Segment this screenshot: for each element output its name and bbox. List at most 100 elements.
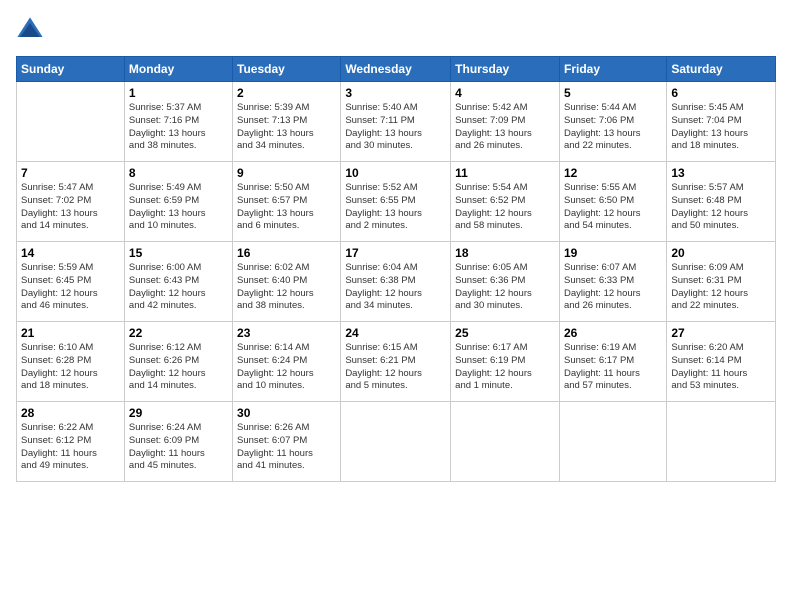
calendar-cell: 5 Sunrise: 5:44 AM Sunset: 7:06 PM Daylig… xyxy=(559,82,666,162)
day-number: 9 xyxy=(237,166,336,180)
day-info: Sunrise: 6:10 AM Sunset: 6:28 PM Dayligh… xyxy=(21,342,120,393)
calendar-cell: 27 Sunrise: 6:20 AM Sunset: 6:14 PM Dayli… xyxy=(667,322,776,402)
calendar-cell: 8 Sunrise: 5:49 AM Sunset: 6:59 PM Daylig… xyxy=(124,162,232,242)
header xyxy=(16,16,776,44)
calendar-cell: 17Sunrise: 6:04 AM Sunset: 6:38 PM Dayli… xyxy=(341,242,451,322)
calendar-cell: 29 Sunrise: 6:24 AM Sunset: 6:09 PM Dayli… xyxy=(124,402,232,482)
calendar-cell: 6 Sunrise: 5:45 AM Sunset: 7:04 PM Daylig… xyxy=(667,82,776,162)
calendar-cell xyxy=(559,402,666,482)
calendar-cell: 24 Sunrise: 6:15 AM Sunset: 6:21 PM Dayli… xyxy=(341,322,451,402)
calendar-cell: 14 Sunrise: 5:59 AM Sunset: 6:45 PM Dayli… xyxy=(17,242,125,322)
day-number: 26 xyxy=(564,326,662,340)
day-number: 12 xyxy=(564,166,662,180)
day-info: Sunrise: 6:24 AM Sunset: 6:09 PM Dayligh… xyxy=(129,422,228,473)
day-number: 21 xyxy=(21,326,120,340)
week-row-4: 28Sunrise: 6:22 AM Sunset: 6:12 PM Dayli… xyxy=(17,402,776,482)
day-info: Sunrise: 5:52 AM Sunset: 6:55 PM Dayligh… xyxy=(345,182,446,233)
day-info: Sunrise: 6:04 AM Sunset: 6:38 PM Dayligh… xyxy=(345,262,446,313)
calendar-cell: 3 Sunrise: 5:40 AM Sunset: 7:11 PM Daylig… xyxy=(341,82,451,162)
day-number: 25 xyxy=(455,326,555,340)
weekday-saturday: Saturday xyxy=(667,57,776,82)
day-info: Sunrise: 5:47 AM Sunset: 7:02 PM Dayligh… xyxy=(21,182,120,233)
calendar-cell: 12 Sunrise: 5:55 AM Sunset: 6:50 PM Dayli… xyxy=(559,162,666,242)
logo xyxy=(16,16,48,44)
day-info: Sunrise: 6:14 AM Sunset: 6:24 PM Dayligh… xyxy=(237,342,336,393)
day-info: Sunrise: 5:49 AM Sunset: 6:59 PM Dayligh… xyxy=(129,182,228,233)
day-info: Sunrise: 5:44 AM Sunset: 7:06 PM Dayligh… xyxy=(564,102,662,153)
day-number: 5 xyxy=(564,86,662,100)
calendar-cell: 13Sunrise: 5:57 AM Sunset: 6:48 PM Dayli… xyxy=(667,162,776,242)
day-number: 18 xyxy=(455,246,555,260)
calendar-cell: 23Sunrise: 6:14 AM Sunset: 6:24 PM Dayli… xyxy=(233,322,341,402)
day-number: 8 xyxy=(129,166,228,180)
day-info: Sunrise: 5:50 AM Sunset: 6:57 PM Dayligh… xyxy=(237,182,336,233)
week-row-0: 1Sunrise: 5:37 AM Sunset: 7:16 PM Daylig… xyxy=(17,82,776,162)
calendar-cell xyxy=(341,402,451,482)
day-number: 20 xyxy=(671,246,771,260)
weekday-monday: Monday xyxy=(124,57,232,82)
day-number: 3 xyxy=(345,86,446,100)
day-info: Sunrise: 6:09 AM Sunset: 6:31 PM Dayligh… xyxy=(671,262,771,313)
day-number: 6 xyxy=(671,86,771,100)
calendar-cell xyxy=(17,82,125,162)
week-row-1: 7 Sunrise: 5:47 AM Sunset: 7:02 PM Daylig… xyxy=(17,162,776,242)
day-info: Sunrise: 5:54 AM Sunset: 6:52 PM Dayligh… xyxy=(455,182,555,233)
day-info: Sunrise: 6:07 AM Sunset: 6:33 PM Dayligh… xyxy=(564,262,662,313)
day-number: 16 xyxy=(237,246,336,260)
day-number: 27 xyxy=(671,326,771,340)
calendar-cell: 7 Sunrise: 5:47 AM Sunset: 7:02 PM Daylig… xyxy=(17,162,125,242)
calendar-cell: 25 Sunrise: 6:17 AM Sunset: 6:19 PM Dayli… xyxy=(451,322,560,402)
day-number: 10 xyxy=(345,166,446,180)
week-row-2: 14 Sunrise: 5:59 AM Sunset: 6:45 PM Dayli… xyxy=(17,242,776,322)
calendar-cell: 1Sunrise: 5:37 AM Sunset: 7:16 PM Daylig… xyxy=(124,82,232,162)
weekday-sunday: Sunday xyxy=(17,57,125,82)
logo-icon xyxy=(16,16,44,44)
weekday-wednesday: Wednesday xyxy=(341,57,451,82)
day-info: Sunrise: 6:20 AM Sunset: 6:14 PM Dayligh… xyxy=(671,342,771,393)
calendar-cell: 28Sunrise: 6:22 AM Sunset: 6:12 PM Dayli… xyxy=(17,402,125,482)
day-number: 2 xyxy=(237,86,336,100)
day-number: 29 xyxy=(129,406,228,420)
weekday-thursday: Thursday xyxy=(451,57,560,82)
day-info: Sunrise: 6:00 AM Sunset: 6:43 PM Dayligh… xyxy=(129,262,228,313)
calendar-body: 1Sunrise: 5:37 AM Sunset: 7:16 PM Daylig… xyxy=(17,82,776,482)
calendar-cell: 16 Sunrise: 6:02 AM Sunset: 6:40 PM Dayli… xyxy=(233,242,341,322)
calendar-cell: 9 Sunrise: 5:50 AM Sunset: 6:57 PM Daylig… xyxy=(233,162,341,242)
day-number: 30 xyxy=(237,406,336,420)
calendar-cell: 30Sunrise: 6:26 AM Sunset: 6:07 PM Dayli… xyxy=(233,402,341,482)
day-number: 19 xyxy=(564,246,662,260)
day-info: Sunrise: 5:40 AM Sunset: 7:11 PM Dayligh… xyxy=(345,102,446,153)
weekday-tuesday: Tuesday xyxy=(233,57,341,82)
day-number: 13 xyxy=(671,166,771,180)
day-number: 28 xyxy=(21,406,120,420)
day-info: Sunrise: 5:45 AM Sunset: 7:04 PM Dayligh… xyxy=(671,102,771,153)
day-info: Sunrise: 5:59 AM Sunset: 6:45 PM Dayligh… xyxy=(21,262,120,313)
calendar-cell: 15 Sunrise: 6:00 AM Sunset: 6:43 PM Dayli… xyxy=(124,242,232,322)
day-info: Sunrise: 5:37 AM Sunset: 7:16 PM Dayligh… xyxy=(129,102,228,153)
calendar-cell: 22 Sunrise: 6:12 AM Sunset: 6:26 PM Dayli… xyxy=(124,322,232,402)
calendar-cell: 10 Sunrise: 5:52 AM Sunset: 6:55 PM Dayli… xyxy=(341,162,451,242)
calendar-cell: 11 Sunrise: 5:54 AM Sunset: 6:52 PM Dayli… xyxy=(451,162,560,242)
day-info: Sunrise: 5:42 AM Sunset: 7:09 PM Dayligh… xyxy=(455,102,555,153)
day-number: 24 xyxy=(345,326,446,340)
day-info: Sunrise: 6:17 AM Sunset: 6:19 PM Dayligh… xyxy=(455,342,555,393)
day-info: Sunrise: 6:19 AM Sunset: 6:17 PM Dayligh… xyxy=(564,342,662,393)
weekday-friday: Friday xyxy=(559,57,666,82)
calendar-cell xyxy=(451,402,560,482)
day-number: 22 xyxy=(129,326,228,340)
calendar-cell: 21 Sunrise: 6:10 AM Sunset: 6:28 PM Dayli… xyxy=(17,322,125,402)
day-info: Sunrise: 6:15 AM Sunset: 6:21 PM Dayligh… xyxy=(345,342,446,393)
day-info: Sunrise: 6:12 AM Sunset: 6:26 PM Dayligh… xyxy=(129,342,228,393)
day-number: 11 xyxy=(455,166,555,180)
calendar-cell: 26 Sunrise: 6:19 AM Sunset: 6:17 PM Dayli… xyxy=(559,322,666,402)
day-info: Sunrise: 5:55 AM Sunset: 6:50 PM Dayligh… xyxy=(564,182,662,233)
day-number: 14 xyxy=(21,246,120,260)
day-number: 7 xyxy=(21,166,120,180)
calendar-cell: 4 Sunrise: 5:42 AM Sunset: 7:09 PM Daylig… xyxy=(451,82,560,162)
day-number: 15 xyxy=(129,246,228,260)
day-number: 4 xyxy=(455,86,555,100)
day-info: Sunrise: 6:02 AM Sunset: 6:40 PM Dayligh… xyxy=(237,262,336,313)
calendar-cell: 19 Sunrise: 6:07 AM Sunset: 6:33 PM Dayli… xyxy=(559,242,666,322)
week-row-3: 21 Sunrise: 6:10 AM Sunset: 6:28 PM Dayli… xyxy=(17,322,776,402)
calendar: SundayMondayTuesdayWednesdayThursdayFrid… xyxy=(16,56,776,482)
